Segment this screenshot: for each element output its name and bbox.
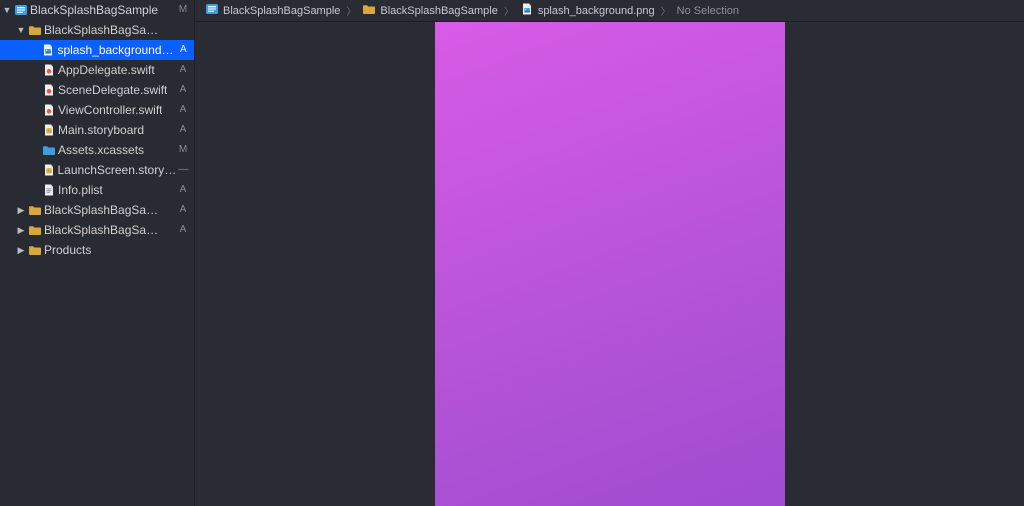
folder-icon bbox=[28, 203, 42, 217]
disclosure-triangle-icon[interactable]: ▼ bbox=[16, 20, 26, 40]
xcode-project-icon bbox=[205, 2, 219, 19]
tree-item-label: Info.plist bbox=[58, 180, 103, 200]
breadcrumb-tail[interactable]: No Selection bbox=[677, 5, 739, 17]
disclosure-triangle-icon[interactable]: ▶ bbox=[16, 240, 26, 260]
scm-status-badge: A bbox=[176, 80, 190, 100]
scm-status-badge: A bbox=[176, 100, 190, 120]
scm-status-badge: — bbox=[177, 160, 190, 180]
swift-file-icon bbox=[42, 63, 56, 77]
tree-row-file[interactable]: ▶ Info.plist A bbox=[0, 180, 194, 200]
tree-item-label: Products bbox=[44, 240, 91, 260]
breadcrumb-segment[interactable]: splash_background.png bbox=[520, 2, 655, 19]
tree-item-label: BlackSplashBagSample… bbox=[44, 220, 164, 240]
scm-status-badge: A bbox=[176, 180, 190, 200]
tree-row-file[interactable]: ▶ splash_background.p… A bbox=[0, 40, 194, 60]
tree-row-group[interactable]: ▶ BlackSplashBagSample… A bbox=[0, 200, 194, 220]
breadcrumb-label: splash_background.png bbox=[538, 5, 655, 17]
disclosure-triangle-icon[interactable]: ▼ bbox=[2, 0, 12, 20]
disclosure-triangle-icon[interactable]: ▶ bbox=[16, 200, 26, 220]
tree-item-label: AppDelegate.swift bbox=[58, 60, 155, 80]
scm-status-badge: A bbox=[177, 40, 190, 60]
disclosure-triangle-icon[interactable]: ▶ bbox=[16, 220, 26, 240]
editor-area: BlackSplashBagSample 〉 BlackSplashBagSam… bbox=[195, 0, 1024, 506]
tree-item-label: BlackSplashBagSample bbox=[30, 0, 158, 20]
tree-item-label: splash_background.p… bbox=[57, 40, 176, 60]
tree-item-label: BlackSplashBagSample bbox=[44, 20, 164, 40]
image-preview-canvas bbox=[195, 22, 1024, 506]
breadcrumb-label: BlackSplashBagSample bbox=[223, 5, 340, 17]
swift-file-icon bbox=[42, 103, 56, 117]
breadcrumb-segment[interactable]: BlackSplashBagSample bbox=[362, 2, 497, 19]
tree-row-file[interactable]: ▶ Assets.xcassets M bbox=[0, 140, 194, 160]
breadcrumb-segment[interactable]: BlackSplashBagSample bbox=[205, 2, 340, 19]
scm-status-badge: A bbox=[176, 60, 190, 80]
tree-row-file[interactable]: ▶ ViewController.swift A bbox=[0, 100, 194, 120]
tree-item-label: Main.storyboard bbox=[58, 120, 144, 140]
tree-item-label: ViewController.swift bbox=[58, 100, 162, 120]
folder-icon bbox=[362, 2, 376, 19]
scm-status-badge: M bbox=[176, 0, 190, 20]
folder-icon bbox=[28, 243, 42, 257]
chevron-right-icon: 〉 bbox=[661, 3, 671, 18]
scm-status-badge: A bbox=[176, 120, 190, 140]
plist-file-icon bbox=[42, 183, 56, 197]
tree-row-file[interactable]: ▶ Main.storyboard A bbox=[0, 120, 194, 140]
tree-item-label: Assets.xcassets bbox=[58, 140, 144, 160]
folder-icon bbox=[28, 23, 42, 37]
tree-row-group[interactable]: ▶ Products bbox=[0, 240, 194, 260]
swift-file-icon bbox=[42, 83, 56, 97]
tree-item-label: LaunchScreen.storyb… bbox=[58, 160, 177, 180]
tree-item-label: SceneDelegate.swift bbox=[58, 80, 167, 100]
tree-item-label: BlackSplashBagSample… bbox=[44, 200, 164, 220]
scm-status-badge: A bbox=[176, 220, 190, 240]
app-root: ▼ BlackSplashBagSample M ▼ BlackSplashBa… bbox=[0, 0, 1024, 506]
tree-row-file[interactable]: ▶ SceneDelegate.swift A bbox=[0, 80, 194, 100]
scm-status-badge: M bbox=[176, 140, 190, 160]
chevron-right-icon: 〉 bbox=[504, 3, 514, 18]
tree-row-file[interactable]: ▶ AppDelegate.swift A bbox=[0, 60, 194, 80]
chevron-right-icon: 〉 bbox=[346, 3, 356, 18]
jump-bar[interactable]: BlackSplashBagSample 〉 BlackSplashBagSam… bbox=[195, 0, 1024, 22]
image-file-icon bbox=[41, 43, 55, 57]
preview-image bbox=[435, 22, 785, 506]
tree-row-group[interactable]: ▶ BlackSplashBagSample… A bbox=[0, 220, 194, 240]
xcode-project-icon bbox=[14, 3, 28, 17]
image-file-icon bbox=[520, 2, 534, 19]
breadcrumb-label: BlackSplashBagSample bbox=[380, 5, 497, 17]
file-tree: ▼ BlackSplashBagSample M ▼ BlackSplashBa… bbox=[0, 0, 194, 506]
tree-row-group[interactable]: ▼ BlackSplashBagSample bbox=[0, 20, 194, 40]
folder-icon bbox=[28, 223, 42, 237]
scm-status-badge: A bbox=[176, 200, 190, 220]
assets-folder-icon bbox=[42, 143, 56, 157]
tree-row-file[interactable]: ▶ LaunchScreen.storyb… — bbox=[0, 160, 194, 180]
storyboard-file-icon bbox=[42, 163, 56, 177]
tree-row-project-root[interactable]: ▼ BlackSplashBagSample M bbox=[0, 0, 194, 20]
project-navigator: ▼ BlackSplashBagSample M ▼ BlackSplashBa… bbox=[0, 0, 195, 506]
storyboard-file-icon bbox=[42, 123, 56, 137]
